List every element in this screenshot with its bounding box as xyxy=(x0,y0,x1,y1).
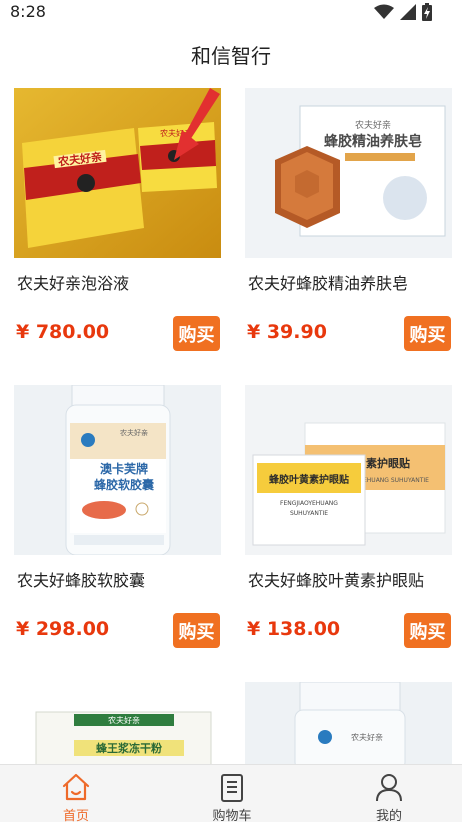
eye-patch-image: 叶黄素护眼贴 FENGJIAOYEHUANG SUHUYANTIE 蜂胶叶黄素护… xyxy=(245,385,452,555)
cart-list-icon xyxy=(221,774,243,802)
product-image[interactable]: 农夫好亲 澳卡芙牌 蜂胶软胶囊 xyxy=(14,385,221,555)
product-name[interactable]: 农夫好蜂胶软胶囊 xyxy=(17,567,145,591)
buy-button[interactable]: 购买 xyxy=(173,316,220,351)
svg-text:蜂胶软胶囊: 蜂胶软胶囊 xyxy=(94,477,155,492)
user-icon xyxy=(376,774,402,802)
product-name[interactable]: 农夫好蜂胶叶黄素护眼贴 xyxy=(248,567,424,591)
status-bar: 8:28 xyxy=(0,0,462,24)
buy-button[interactable]: 购买 xyxy=(404,613,451,648)
product-price: ¥ 298.00 xyxy=(16,618,110,640)
wifi-icon xyxy=(374,4,394,19)
page-title: 和信智行 xyxy=(191,44,271,68)
powder-box-image: 农夫好亲 蜂王浆冻干粉 xyxy=(14,682,221,764)
product-price: ¥ 138.00 xyxy=(247,618,341,640)
gift-box-image: 农夫好亲 农夫好亲 xyxy=(14,88,221,258)
product-image[interactable]: 农夫好亲 农夫好亲 xyxy=(14,88,221,258)
product-image[interactable]: 叶黄素护眼贴 FENGJIAOYEHUANG SUHUYANTIE 蜂胶叶黄素护… xyxy=(245,385,452,555)
svg-text:农夫好亲: 农夫好亲 xyxy=(351,732,383,742)
product-image[interactable]: 农夫好亲 蜂王浆冻干粉 xyxy=(14,682,221,764)
tab-cart[interactable]: 购物车 xyxy=(192,765,272,824)
product-price: ¥ 39.90 xyxy=(247,321,327,343)
product-name[interactable]: 农夫好蜂胶精油养肤皂 xyxy=(248,270,408,294)
bottle-image: 农夫好亲 xyxy=(245,682,452,764)
tab-mine[interactable]: 我的 xyxy=(349,765,429,824)
buy-button[interactable]: 购买 xyxy=(404,316,451,351)
svg-text:澳卡芙牌: 澳卡芙牌 xyxy=(100,461,148,476)
tab-label: 我的 xyxy=(375,809,402,824)
svg-text:SUHUYANTIE: SUHUYANTIE xyxy=(290,510,328,517)
product-name[interactable]: 农夫好亲泡浴液 xyxy=(17,270,129,294)
capsule-bottle-image: 农夫好亲 澳卡芙牌 蜂胶软胶囊 xyxy=(14,385,221,555)
svg-text:农夫好亲: 农夫好亲 xyxy=(108,715,140,725)
product-image[interactable]: 农夫好亲 蜂胶精油养肤皂 xyxy=(245,88,452,258)
battery-icon xyxy=(422,3,432,21)
tab-home[interactable]: 首页 xyxy=(36,765,116,824)
tab-label: 购物车 xyxy=(212,809,252,824)
svg-text:农夫好亲: 农夫好亲 xyxy=(355,119,391,131)
svg-text:蜂胶精油养肤皂: 蜂胶精油养肤皂 xyxy=(324,133,422,150)
svg-text:蜂王浆冻干粉: 蜂王浆冻干粉 xyxy=(96,741,162,755)
home-icon xyxy=(62,773,90,801)
buy-button[interactable]: 购买 xyxy=(173,613,220,648)
svg-text:FENGJIAOYEHUANG: FENGJIAOYEHUANG xyxy=(280,500,338,507)
status-time: 8:28 xyxy=(10,2,46,21)
product-image[interactable]: 农夫好亲 xyxy=(245,682,452,764)
product-price: ¥ 780.00 xyxy=(16,321,110,343)
tab-label: 首页 xyxy=(62,809,89,824)
soap-image: 农夫好亲 蜂胶精油养肤皂 xyxy=(245,88,452,258)
signal-icon xyxy=(400,4,416,20)
svg-text:蜂胶叶黄素护眼贴: 蜂胶叶黄素护眼贴 xyxy=(269,473,349,486)
bottom-tab-bar: 首页 购物车 我的 xyxy=(0,764,462,824)
svg-text:农夫好亲: 农夫好亲 xyxy=(120,428,148,437)
